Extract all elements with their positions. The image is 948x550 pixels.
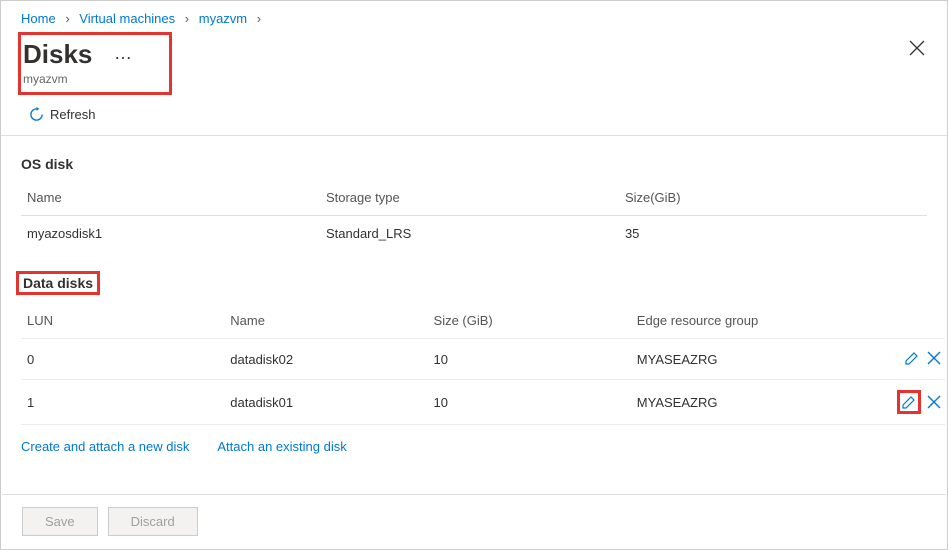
data-disks-heading: Data disks [1,251,947,303]
discard-button[interactable]: Discard [108,507,198,536]
page-subtitle: myazvm [23,72,133,86]
footer-bar: Save Discard [2,494,946,548]
chevron-right-icon: › [257,11,261,26]
breadcrumb-virtual-machines[interactable]: Virtual machines [79,11,175,26]
cell-size: 10 [428,339,631,380]
refresh-label: Refresh [50,107,96,122]
breadcrumb: Home › Virtual machines › myazvm › [1,1,947,32]
table-row: 0 datadisk02 10 MYASEAZRG [21,339,945,380]
table-row: myazosdisk1 Standard_LRS 35 [21,216,927,252]
os-disk-heading: OS disk [1,136,947,180]
col-size: Size(GiB) [619,180,927,216]
cell-erg: MYASEAZRG [631,339,853,380]
table-row: 1 datadisk01 10 MYASEAZRG [21,380,945,425]
col-storage-type: Storage type [320,180,619,216]
col-name: Name [21,180,320,216]
data-disks-table: LUN Name Size (GiB) Edge resource group … [21,303,945,425]
cell-size: 10 [428,380,631,425]
col-edge-resource-group: Edge resource group [631,303,853,339]
cell-lun: 1 [21,380,224,425]
refresh-icon [29,107,44,122]
cell-erg: MYASEAZRG [631,380,853,425]
edit-icon[interactable] [897,390,921,414]
chevron-right-icon: › [65,11,69,26]
col-lun: LUN [21,303,224,339]
col-name: Name [224,303,427,339]
os-disk-storage: Standard_LRS [320,216,619,252]
breadcrumb-vm[interactable]: myazvm [199,11,247,26]
page-title-area: Disks … myazvm [18,32,172,95]
save-button[interactable]: Save [22,507,98,536]
more-menu-icon[interactable]: … [114,43,133,64]
refresh-button[interactable]: Refresh [29,107,96,122]
os-disk-name: myazosdisk1 [21,216,320,252]
delete-icon[interactable] [925,393,943,411]
delete-icon[interactable] [925,349,943,367]
os-disk-size: 35 [619,216,927,252]
cell-name: datadisk02 [224,339,427,380]
breadcrumb-home[interactable]: Home [21,11,56,26]
attach-existing-disk-link[interactable]: Attach an existing disk [217,439,346,454]
edit-icon[interactable] [903,349,921,367]
cell-lun: 0 [21,339,224,380]
os-disk-table: Name Storage type Size(GiB) myazosdisk1 … [21,180,927,251]
close-icon[interactable] [909,40,925,61]
page-title: Disks [23,39,92,69]
chevron-right-icon: › [185,11,189,26]
create-attach-disk-link[interactable]: Create and attach a new disk [21,439,189,454]
cell-name: datadisk01 [224,380,427,425]
col-size: Size (GiB) [428,303,631,339]
